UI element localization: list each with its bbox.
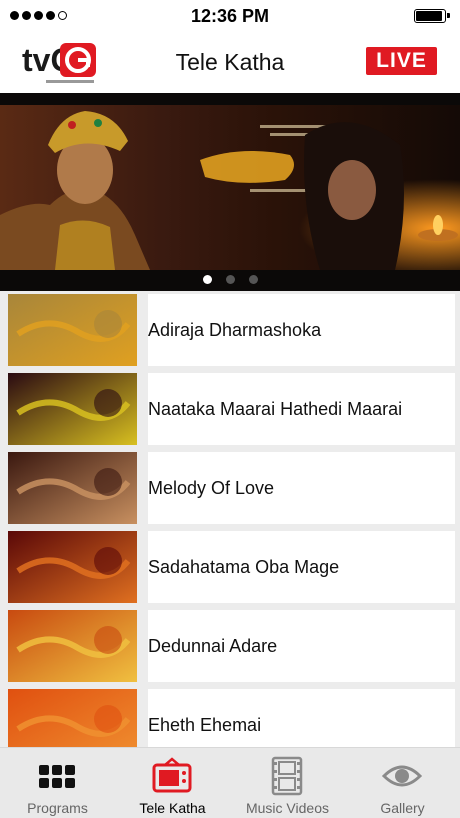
- drama-card[interactable]: Eheth Ehemai: [148, 689, 455, 747]
- tab-gallery[interactable]: Gallery: [345, 748, 460, 818]
- tab-label: Gallery: [380, 800, 425, 816]
- grid-icon: [39, 765, 75, 788]
- drama-thumbnail[interactable]: [8, 531, 137, 603]
- battery-icon: [414, 9, 450, 23]
- eye-icon: [382, 765, 422, 787]
- tv-icon: [152, 757, 192, 793]
- tab-label: Music Videos: [245, 800, 329, 816]
- drama-card[interactable]: Sadahatama Oba Mage: [148, 531, 455, 603]
- drama-card[interactable]: Dedunnai Adare: [148, 610, 455, 682]
- drama-thumbnail[interactable]: [8, 373, 137, 445]
- drama-title: Adiraja Dharmashoka: [148, 320, 322, 340]
- drama-thumbnail[interactable]: [8, 294, 137, 366]
- app-header: tvG Tele Katha LIVE: [0, 32, 460, 93]
- list-item[interactable]: Eheth Ehemai: [5, 686, 455, 747]
- pager-dot[interactable]: [248, 275, 258, 284]
- battery-fill: [416, 11, 442, 21]
- drama-title: Sadahatama Oba Mage: [148, 557, 340, 577]
- featured-banner[interactable]: [0, 93, 460, 291]
- tab-programs[interactable]: Programs: [0, 748, 115, 818]
- drama-title: Dedunnai Adare: [148, 636, 278, 656]
- tab-label: Programs: [27, 800, 88, 816]
- film-icon: [271, 756, 303, 796]
- drama-title: Naataka Maarai Hathedi Maarai: [148, 399, 403, 419]
- drama-thumbnail[interactable]: [8, 452, 137, 524]
- drama-title: Eheth Ehemai: [148, 715, 262, 735]
- status-bar: 12:36 PM: [0, 0, 460, 32]
- drama-thumbnail[interactable]: [8, 689, 137, 747]
- drama-title: Melody Of Love: [148, 478, 275, 498]
- drama-card[interactable]: Melody Of Love: [148, 452, 455, 524]
- drama-card[interactable]: Adiraja Dharmashoka: [148, 294, 455, 366]
- banner-pager[interactable]: [0, 275, 460, 284]
- drama-list[interactable]: Adiraja Dharmashoka Naataka Maarai Hathed…: [0, 291, 460, 747]
- status-time: 12:36 PM: [190, 6, 270, 26]
- drama-thumbnail[interactable]: [8, 610, 137, 682]
- drama-card[interactable]: Naataka Maarai Hathedi Maarai: [148, 373, 455, 445]
- tab-music-videos[interactable]: Music Videos: [230, 748, 345, 818]
- list-item[interactable]: Adiraja Dharmashoka: [5, 291, 455, 367]
- tab-tele-katha[interactable]: Tele Katha: [115, 748, 230, 818]
- list-item[interactable]: Melody Of Love: [5, 449, 455, 525]
- tab-bar: Programs Tele Katha Music Videos Gallery: [0, 747, 460, 818]
- tab-label: Tele Katha: [139, 800, 206, 816]
- live-button[interactable]: LIVE: [366, 47, 437, 75]
- banner-image[interactable]: [0, 105, 460, 270]
- list-item[interactable]: Naataka Maarai Hathedi Maarai: [5, 370, 455, 446]
- list-item[interactable]: Dedunnai Adare: [5, 607, 455, 683]
- pager-dot[interactable]: [202, 275, 212, 284]
- list-item[interactable]: Sadahatama Oba Mage: [5, 528, 455, 604]
- pager-dot[interactable]: [225, 275, 235, 284]
